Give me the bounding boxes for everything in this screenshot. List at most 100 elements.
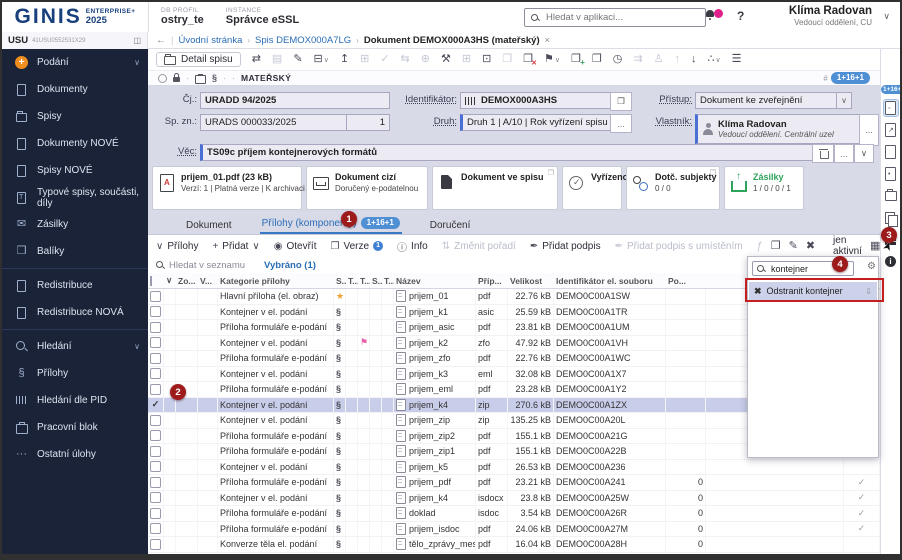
- back-icon[interactable]: ←: [156, 35, 166, 46]
- cj-field[interactable]: URADD 94/2025: [200, 92, 390, 109]
- copy-identifier-button[interactable]: ❐: [610, 92, 632, 111]
- card-vyrizeno[interactable]: Vyřízeno: [562, 166, 628, 210]
- refresh-icon[interactable]: ⇄: [252, 54, 261, 65]
- folder-icon[interactable]: [884, 188, 898, 204]
- identifikator-field[interactable]: DEMOX000A3HS: [460, 92, 612, 109]
- help-button[interactable]: ?: [737, 9, 744, 23]
- table-row[interactable]: Konverze těla el. podání§ tělo_zprávy_mes…: [148, 537, 880, 553]
- export-icon[interactable]: ↥: [340, 54, 349, 65]
- detail-spisu-button[interactable]: Detail spisu: [156, 52, 241, 67]
- row-select[interactable]: [148, 521, 164, 536]
- history-icon[interactable]: ◷: [613, 54, 623, 65]
- duplicate-icon[interactable]: ❐: [592, 54, 602, 65]
- vec-field[interactable]: TS09c příjem kontejnerových formátů: [200, 144, 814, 161]
- sidebar-item-ostatni-ulohy[interactable]: ··· Ostatní úlohy: [2, 441, 148, 468]
- row-select[interactable]: [148, 320, 164, 335]
- row-select[interactable]: [148, 413, 164, 428]
- row-select[interactable]: [148, 366, 164, 381]
- app-search-input[interactable]: [544, 11, 699, 24]
- copy-remove-icon[interactable]: ❐ ✕: [523, 54, 537, 68]
- edit-icon[interactable]: ✎: [789, 240, 798, 252]
- section-prilohy[interactable]: ∨ Přílohy: [156, 241, 198, 252]
- row-checkbox[interactable]: [150, 337, 161, 349]
- vlastnik-more-button[interactable]: ...: [859, 114, 879, 146]
- table-row[interactable]: Příloha formuláře e-podání § doklad isdoc 3.…: [148, 506, 880, 522]
- card-zasilky[interactable]: Zásilky 1 / 0 / 0 / 1: [724, 166, 804, 210]
- row-select[interactable]: [148, 382, 164, 397]
- tab-doruceni[interactable]: Doručení: [428, 217, 473, 234]
- row-checkbox[interactable]: [150, 383, 161, 395]
- breadcrumb-home[interactable]: Úvodní stránka: [178, 35, 242, 46]
- row-checkbox[interactable]: [150, 476, 161, 488]
- row-select[interactable]: [148, 304, 164, 319]
- row-select[interactable]: [148, 537, 164, 552]
- sidebar-item-hledani[interactable]: Hledání ∨: [2, 333, 148, 360]
- app-search[interactable]: [524, 8, 706, 27]
- table-row[interactable]: Příloha formuláře e-podání § prijem_pdf pdf…: [148, 475, 880, 491]
- row-checkbox[interactable]: [150, 321, 161, 333]
- document-add-icon[interactable]: ❐ +: [571, 54, 585, 67]
- spzn-field[interactable]: URADS 000033/2025: [200, 114, 347, 131]
- row-checkbox[interactable]: [150, 461, 161, 473]
- row-checkbox[interactable]: [150, 523, 161, 535]
- versions-button[interactable]: ❐ Verze 1: [331, 241, 384, 252]
- print-icon[interactable]: ⊟∨: [314, 54, 329, 65]
- sidebar-item-dokumenty[interactable]: Dokumenty: [2, 76, 148, 103]
- sidebar-item-redistribuce-nova[interactable]: Redistribuce NOVÁ: [2, 299, 148, 326]
- share-icon[interactable]: ∴∨: [708, 54, 721, 65]
- sidebar-collapse-icon[interactable]: ◫: [133, 36, 141, 45]
- sidebar-item-redistribuce[interactable]: Redistribuce: [2, 272, 148, 299]
- vec-more-button[interactable]: ...: [834, 144, 854, 163]
- select-all-checkbox[interactable]: [150, 275, 152, 286]
- row-checkbox[interactable]: [150, 352, 161, 364]
- table-row[interactable]: Kontejner v el. podání § prijem_k4 isdocx 23…: [148, 490, 880, 506]
- delete-button[interactable]: [812, 144, 834, 163]
- gear-icon[interactable]: ⚙: [867, 261, 876, 272]
- header-cell[interactable]: [148, 275, 164, 286]
- info-button[interactable]: ⓘ Info: [397, 239, 428, 254]
- table-row[interactable]: Kontejner v el. podání § prijem_k5 pdf 26.53…: [148, 459, 880, 475]
- row-select[interactable]: [148, 335, 164, 350]
- vlastnik-label[interactable]: Vlastník:: [636, 114, 692, 130]
- list-search[interactable]: Hledat v seznamu: [156, 260, 256, 271]
- row-select[interactable]: [148, 428, 164, 443]
- vec-label[interactable]: Věc:: [148, 144, 197, 160]
- document-out-icon[interactable]: ↗: [884, 122, 898, 138]
- sidebar-item-baliky[interactable]: ❒ Balíky: [2, 238, 148, 265]
- open-button[interactable]: ◉ Otevřít: [274, 241, 317, 252]
- edit-icon[interactable]: ✎: [293, 54, 302, 65]
- row-checkbox[interactable]: [150, 368, 161, 380]
- row-checkbox[interactable]: [150, 554, 161, 560]
- row-checkbox[interactable]: [150, 306, 161, 318]
- flag-icon[interactable]: ⚑∨: [544, 54, 560, 65]
- folder-icon[interactable]: ⊡: [482, 54, 491, 65]
- sidebar-item-podani[interactable]: + Podání ∨: [2, 49, 148, 76]
- row-checkbox[interactable]: [150, 507, 161, 519]
- row-checkbox[interactable]: [150, 492, 161, 504]
- copies-icon[interactable]: [884, 210, 898, 227]
- row-checkbox[interactable]: [150, 538, 161, 550]
- document-icon[interactable]: ❐: [771, 240, 781, 252]
- close-icon[interactable]: ×: [545, 35, 550, 45]
- identifikator-label[interactable]: Identifikátor:: [400, 92, 457, 108]
- row-select[interactable]: [148, 289, 164, 304]
- tab-prilohy-komponenty[interactable]: Přílohy (komponenty) 1+16+1: [259, 214, 402, 234]
- document-gear-icon[interactable]: •: [884, 166, 898, 182]
- card-dokument-ve-spisu[interactable]: Dokument ve spisu ❐: [432, 166, 558, 210]
- sidebar-item-dokumenty-nove[interactable]: Dokumenty NOVÉ: [2, 130, 148, 157]
- row-checkbox[interactable]: [150, 290, 161, 302]
- row-select[interactable]: [148, 490, 164, 505]
- row-select[interactable]: [148, 351, 164, 366]
- menu-icon[interactable]: ☰: [732, 54, 742, 65]
- sidebar-item-spisy[interactable]: Spisy: [2, 103, 148, 130]
- row-select[interactable]: [148, 475, 164, 490]
- preview-document-icon[interactable]: ◦: [883, 99, 899, 117]
- row-select[interactable]: [148, 506, 164, 521]
- row-checkbox[interactable]: [150, 445, 161, 457]
- header-cell[interactable]: ∨: [164, 275, 176, 286]
- row-select[interactable]: [148, 444, 164, 459]
- vec-expand-button[interactable]: ∨: [854, 144, 874, 163]
- delete-icon[interactable]: ✖: [806, 240, 815, 252]
- druh-label[interactable]: Druh:: [400, 114, 457, 130]
- breadcrumb-spis[interactable]: Spis DEMOX000A7LG: [255, 35, 351, 46]
